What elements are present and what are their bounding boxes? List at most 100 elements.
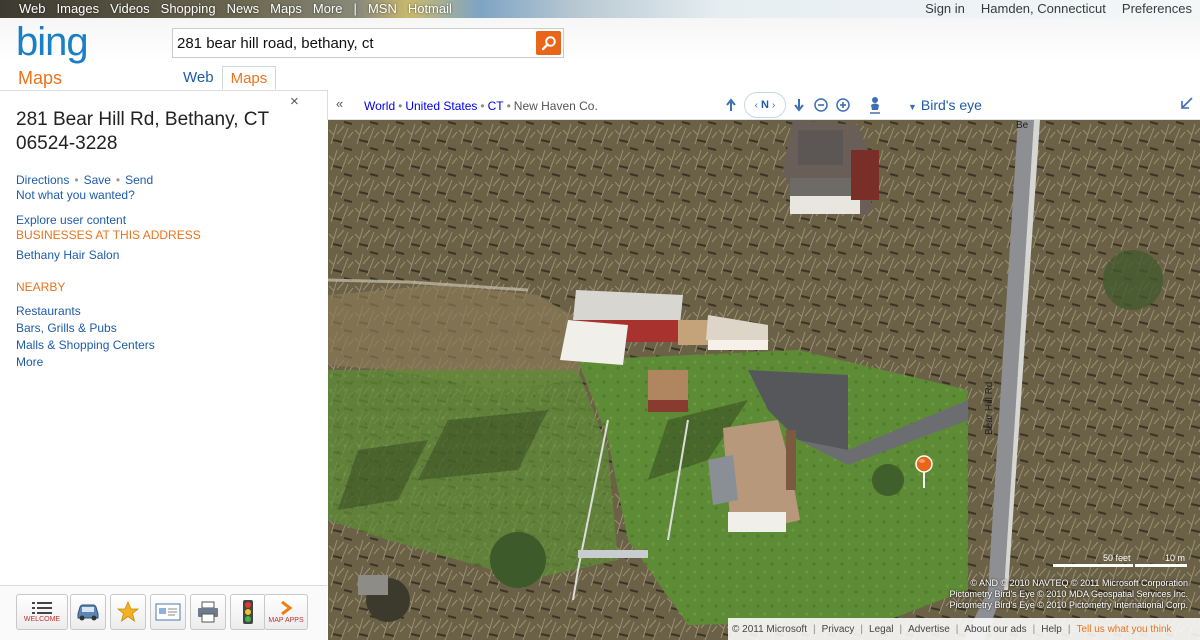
footer-legal-link[interactable]: Legal bbox=[869, 624, 893, 635]
map-copyright: © AND © 2010 NAVTEQ © 2011 Microsoft Cor… bbox=[950, 578, 1188, 611]
road-label: Bear Hill Rd bbox=[984, 381, 995, 435]
nearby-list: Restaurants Bars, Grills & Pubs Malls & … bbox=[16, 304, 155, 372]
action-separator: • bbox=[74, 173, 79, 187]
explore-user-content-link[interactable]: Explore user content bbox=[16, 213, 126, 227]
search-input[interactable] bbox=[177, 33, 529, 53]
zoom-out-icon bbox=[814, 98, 828, 112]
top-nav-web[interactable]: Web bbox=[19, 1, 46, 16]
compass[interactable]: ‹ N › bbox=[744, 92, 786, 118]
traffic-button[interactable] bbox=[230, 594, 266, 630]
car-icon bbox=[77, 604, 99, 621]
address-actions: Directions • Save • Send bbox=[16, 173, 153, 187]
scale-meters-label: 10 m bbox=[1165, 553, 1186, 563]
printer-icon bbox=[198, 601, 218, 623]
rotate-right-button[interactable] bbox=[788, 94, 810, 116]
map-apps-button[interactable]: MAP APPS bbox=[264, 594, 308, 630]
business-link[interactable]: Bethany Hair Salon bbox=[16, 248, 119, 262]
top-navigation-bar: Web Images Videos Shopping News Maps Mor… bbox=[0, 0, 1200, 18]
not-what-you-wanted-link[interactable]: Not what you wanted? bbox=[16, 188, 135, 202]
top-nav-hotmail[interactable]: Hotmail bbox=[408, 1, 452, 16]
send-link[interactable]: Send bbox=[125, 173, 153, 187]
zoom-out-button[interactable] bbox=[810, 94, 832, 116]
address-line-1: 281 Bear Hill Rd, Bethany, CT bbox=[16, 109, 270, 130]
map-toolbar: WELCOME MAP APPS bbox=[0, 585, 327, 640]
save-link[interactable]: Save bbox=[84, 173, 111, 187]
sign-in-link[interactable]: Sign in bbox=[925, 1, 965, 16]
tab-maps[interactable]: Maps bbox=[221, 66, 277, 90]
chevron-right-icon bbox=[281, 600, 293, 615]
print-button[interactable] bbox=[190, 594, 226, 630]
nearby-item-restaurants[interactable]: Restaurants bbox=[16, 304, 155, 321]
chevron-down-icon: ▼ bbox=[908, 102, 917, 112]
person-icon bbox=[870, 97, 880, 114]
scale-bar-meters bbox=[1135, 564, 1187, 567]
top-nav-videos[interactable]: Videos bbox=[110, 1, 150, 16]
favorites-button[interactable] bbox=[110, 594, 146, 630]
preferences-link[interactable]: Preferences bbox=[1122, 1, 1192, 16]
directions-link[interactable]: Directions bbox=[16, 173, 69, 187]
breadcrumb-ct[interactable]: CT bbox=[488, 99, 504, 113]
tab-web[interactable]: Web bbox=[175, 66, 222, 90]
bing-logo[interactable]: bing bbox=[16, 22, 89, 62]
nearby-item-more[interactable]: More bbox=[16, 355, 155, 372]
top-nav-maps[interactable]: Maps bbox=[270, 1, 302, 16]
zoom-in-button[interactable] bbox=[832, 94, 854, 116]
top-nav-images[interactable]: Images bbox=[57, 1, 100, 16]
welcome-label: WELCOME bbox=[23, 615, 61, 623]
close-panel-button[interactable]: × bbox=[290, 93, 299, 110]
businesses-heading: BUSINESSES AT THIS ADDRESS bbox=[16, 228, 201, 242]
top-nav-more[interactable]: More bbox=[313, 1, 343, 16]
top-nav-divider: | bbox=[353, 1, 357, 16]
breadcrumb-county: New Haven Co. bbox=[513, 99, 598, 113]
location-link[interactable]: Hamden, Connecticut bbox=[981, 1, 1106, 16]
breadcrumb-separator: • bbox=[480, 99, 485, 113]
welcome-button[interactable]: WELCOME bbox=[16, 594, 68, 630]
expand-map-button[interactable] bbox=[1180, 96, 1194, 113]
footer-separator: | bbox=[860, 623, 864, 635]
footer-separator: | bbox=[813, 623, 816, 635]
nearby-item-malls[interactable]: Malls & Shopping Centers bbox=[16, 338, 155, 355]
streetside-button[interactable] bbox=[864, 94, 886, 116]
footer-copyright: © 2011 Microsoft bbox=[732, 623, 807, 635]
footer-feedback-link[interactable]: Tell us what you think bbox=[1076, 624, 1171, 635]
navigation-controls: ‹ N › bbox=[720, 92, 886, 118]
star-icon bbox=[117, 601, 139, 622]
footer-help-link[interactable]: Help bbox=[1041, 624, 1062, 635]
top-nav-links: Web Images Videos Shopping News Maps Mor… bbox=[19, 1, 463, 16]
top-nav-shopping[interactable]: Shopping bbox=[161, 1, 216, 16]
top-nav-msn[interactable]: MSN bbox=[368, 1, 397, 16]
share-card-button[interactable] bbox=[150, 594, 186, 630]
pan-right-icon: › bbox=[771, 99, 776, 111]
footer-about-ads-link[interactable]: About our ads bbox=[964, 624, 1026, 635]
rotate-left-button[interactable] bbox=[720, 94, 742, 116]
footer-separator: | bbox=[1067, 623, 1071, 635]
map-scale: 50 feet 10 m bbox=[1053, 553, 1193, 567]
copyright-line: © AND © 2010 NAVTEQ © 2011 Microsoft Cor… bbox=[970, 578, 1188, 588]
nearby-item-bars[interactable]: Bars, Grills & Pubs bbox=[16, 321, 155, 338]
copyright-line: Pictometry Bird's Eye © 2010 MDA Geospat… bbox=[949, 589, 1188, 599]
footer-separator: | bbox=[899, 623, 903, 635]
compass-north-label: N bbox=[761, 99, 769, 111]
location-pin-icon[interactable] bbox=[914, 455, 934, 489]
breadcrumb-world[interactable]: World bbox=[364, 99, 395, 113]
scale-bar-feet bbox=[1053, 564, 1133, 567]
view-mode-dropdown[interactable]: ▼ Bird's eye bbox=[908, 97, 982, 113]
footer-privacy-link[interactable]: Privacy bbox=[822, 624, 855, 635]
breadcrumb-separator: • bbox=[398, 99, 403, 113]
search-icon bbox=[541, 36, 556, 51]
map-control-bar: « World • United States • CT • New Haven Co. ‹… bbox=[327, 90, 1200, 120]
breadcrumb-united-states[interactable]: United States bbox=[405, 99, 477, 113]
footer-separator: | bbox=[1032, 623, 1036, 635]
rotate-right-icon bbox=[794, 99, 804, 112]
footer-separator: | bbox=[955, 623, 959, 635]
header: bing Maps Web Maps bbox=[0, 18, 1200, 90]
footer-advertise-link[interactable]: Advertise bbox=[908, 624, 950, 635]
nearby-heading: NEARBY bbox=[16, 280, 66, 294]
search-box bbox=[172, 28, 564, 58]
zoom-in-icon bbox=[836, 98, 850, 112]
collapse-panel-button[interactable]: « bbox=[336, 96, 343, 111]
directions-car-button[interactable] bbox=[70, 594, 106, 630]
search-button[interactable] bbox=[536, 31, 561, 55]
top-nav-news[interactable]: News bbox=[227, 1, 260, 16]
breadcrumb-separator: • bbox=[506, 99, 511, 113]
